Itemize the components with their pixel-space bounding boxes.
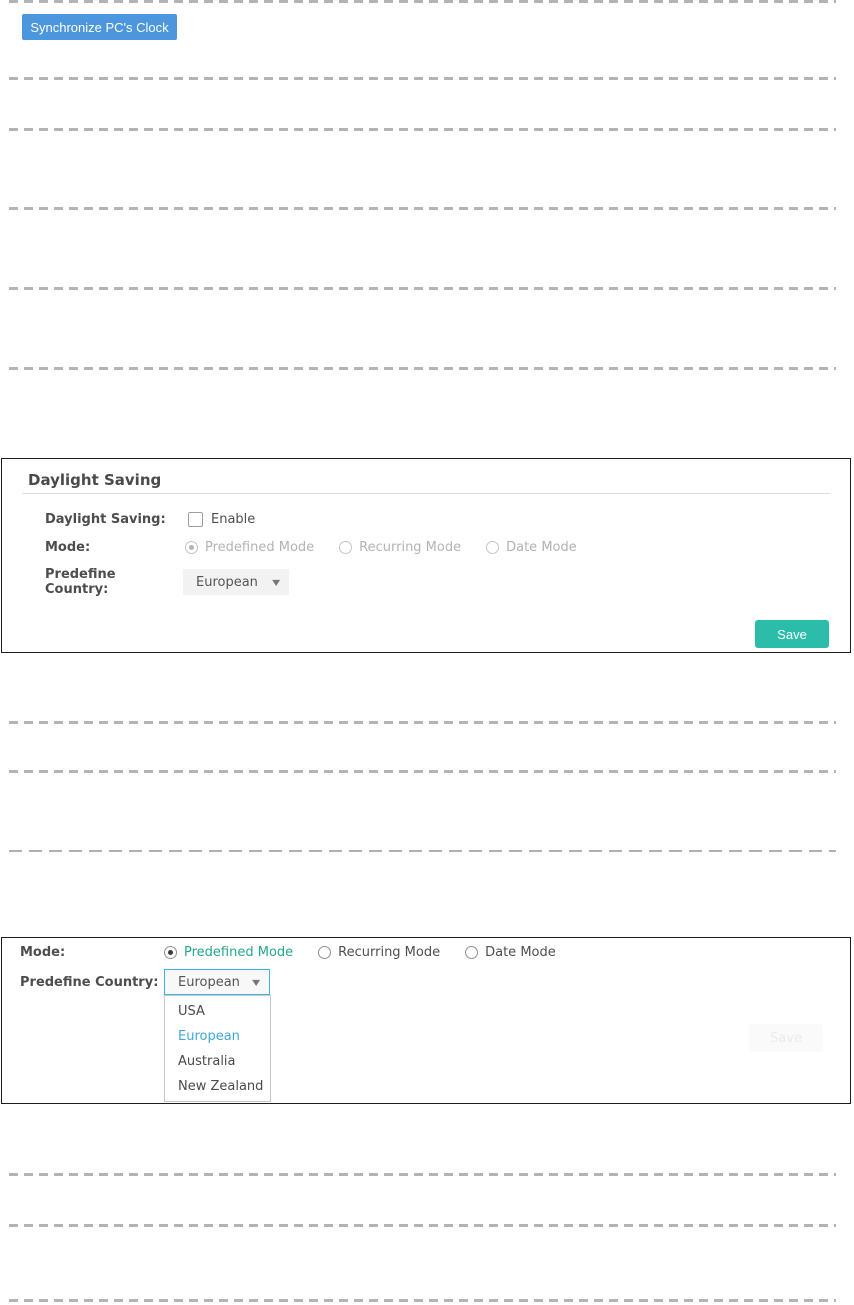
radio-label: Date Mode	[485, 945, 556, 960]
radio-predefined-mode[interactable]: Predefined Mode	[164, 945, 293, 960]
option-usa[interactable]: USA	[165, 999, 270, 1024]
dashed-line	[9, 1224, 836, 1227]
radio-icon	[185, 541, 198, 554]
predefine-country-label: Predefine Country:	[45, 567, 183, 597]
dashed-line	[9, 0, 836, 3]
predefine-country-select[interactable]: European ▼	[183, 569, 289, 595]
panel-title: Daylight Saving	[28, 471, 161, 489]
radio-label: Recurring Mode	[338, 945, 440, 960]
predefine-country-row: Predefine Country: European ▼	[20, 969, 270, 995]
select-value: European	[178, 975, 240, 990]
dashed-line	[9, 207, 836, 210]
chevron-down-icon: ▼	[272, 578, 280, 587]
radio-label: Predefined Mode	[184, 945, 293, 960]
save-button[interactable]: Save	[755, 620, 829, 648]
radio-date-mode[interactable]: Date Mode	[465, 945, 556, 960]
option-australia[interactable]: Australia	[165, 1049, 270, 1074]
radio-icon	[318, 946, 331, 959]
radio-icon	[339, 541, 352, 554]
mode-radio-group: Predefined Mode Recurring Mode Date Mode	[164, 945, 556, 960]
radio-icon	[465, 946, 478, 959]
option-european[interactable]: European	[165, 1024, 270, 1049]
chevron-down-icon: ▼	[252, 978, 260, 987]
daylight-saving-panel: Daylight Saving Daylight Saving: Enable …	[1, 458, 851, 653]
title-divider	[22, 493, 830, 494]
dashed-line	[9, 850, 836, 852]
radio-recurring-mode: Recurring Mode	[339, 540, 461, 555]
predefine-country-row: Predefine Country: European ▼	[45, 567, 289, 597]
select-value: European	[196, 575, 258, 590]
radio-icon	[486, 541, 499, 554]
dashed-line	[9, 1173, 836, 1176]
radio-label: Recurring Mode	[359, 540, 461, 555]
dashed-line	[9, 367, 836, 370]
dashed-line	[9, 128, 836, 131]
enable-checkbox[interactable]	[188, 512, 203, 527]
mode-label: Mode:	[45, 540, 185, 555]
dashed-line	[9, 1299, 836, 1302]
save-button-disabled: Save	[749, 1024, 823, 1052]
synchronize-pc-clock-button[interactable]: Synchronize PC's Clock	[22, 14, 177, 40]
mode-radio-group: Predefined Mode Recurring Mode Date Mode	[185, 540, 577, 555]
option-new-zealand[interactable]: New Zealand	[165, 1074, 270, 1099]
daylight-saving-label: Daylight Saving:	[45, 512, 185, 527]
dashed-line	[9, 721, 836, 724]
predefine-country-select[interactable]: European ▼	[164, 969, 270, 995]
radio-label: Predefined Mode	[205, 540, 314, 555]
mode-label: Mode:	[20, 945, 164, 960]
dashed-line	[9, 77, 836, 80]
predefine-country-label: Predefine Country:	[20, 975, 164, 990]
dashed-line	[9, 287, 836, 290]
mode-row: Mode: Predefined Mode Recurring Mode Dat…	[20, 945, 556, 960]
radio-label: Date Mode	[506, 540, 577, 555]
document-page: Synchronize PC's Clock Daylight Saving D…	[0, 0, 854, 1305]
mode-row: Mode: Predefined Mode Recurring Mode Dat…	[45, 540, 577, 555]
radio-icon	[164, 946, 177, 959]
daylight-saving-row: Daylight Saving: Enable	[45, 512, 255, 527]
radio-predefined-mode: Predefined Mode	[185, 540, 314, 555]
radio-date-mode: Date Mode	[486, 540, 577, 555]
radio-recurring-mode[interactable]: Recurring Mode	[318, 945, 440, 960]
mode-dropdown-panel: Mode: Predefined Mode Recurring Mode Dat…	[1, 937, 851, 1104]
dashed-line	[9, 770, 836, 773]
enable-checkbox-label: Enable	[211, 512, 255, 527]
country-dropdown-list: USA European Australia New Zealand	[164, 995, 271, 1102]
